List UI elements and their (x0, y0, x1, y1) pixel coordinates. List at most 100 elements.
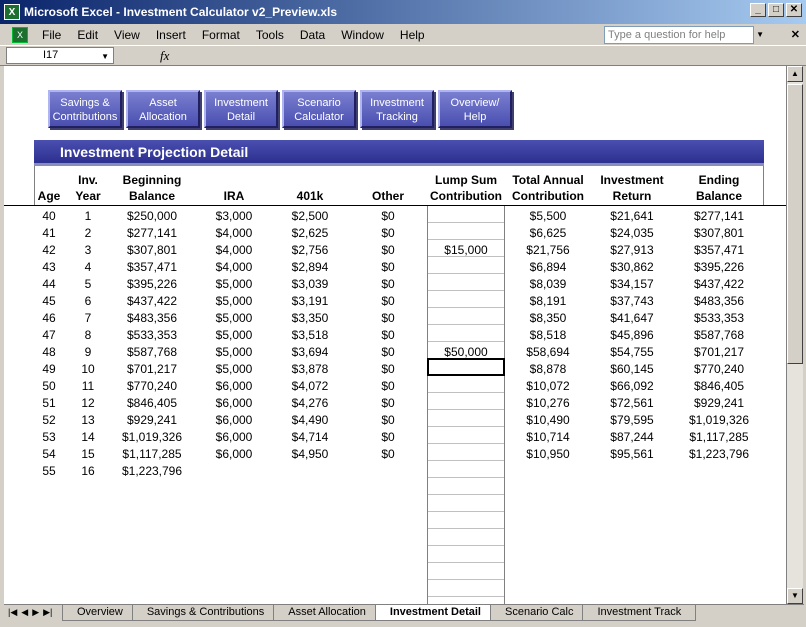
cell-age[interactable]: 44 (34, 277, 64, 291)
cell-investment-return[interactable]: $66,092 (592, 379, 672, 393)
scroll-up-icon[interactable]: ▲ (787, 66, 803, 82)
cell-ira[interactable]: $5,000 (204, 277, 264, 291)
cell-ira[interactable]: $4,000 (204, 243, 264, 257)
tab-investment-detail[interactable]: Investment Detail (374, 605, 496, 621)
cell-investment-return[interactable]: $60,145 (592, 362, 672, 376)
help-search-input[interactable]: Type a question for help (604, 26, 754, 44)
cell-ending-balance[interactable]: $357,471 (676, 243, 762, 257)
cell-beginning-balance[interactable]: $277,141 (112, 226, 192, 240)
cell-other[interactable]: $0 (360, 362, 416, 376)
cell-ending-balance[interactable]: $770,240 (676, 362, 762, 376)
next-tab-icon[interactable]: ▶ (32, 607, 39, 618)
help-dropdown-icon[interactable]: ▼ (756, 30, 764, 39)
cell-inv-year[interactable]: 3 (70, 243, 106, 257)
nav-overview-help-button[interactable]: Overview/Help (438, 90, 512, 128)
cell-inv-year[interactable]: 4 (70, 260, 106, 274)
cell-total-annual[interactable]: $10,714 (508, 430, 588, 444)
cell-inv-year[interactable]: 2 (70, 226, 106, 240)
cell-investment-return[interactable]: $30,862 (592, 260, 672, 274)
maximize-button[interactable]: □ (768, 3, 784, 17)
cell-investment-return[interactable]: $24,035 (592, 226, 672, 240)
cell-investment-return[interactable]: $72,561 (592, 396, 672, 410)
cell-beginning-balance[interactable]: $587,768 (112, 345, 192, 359)
cell-investment-return[interactable]: $87,244 (592, 430, 672, 444)
cell-other[interactable]: $0 (360, 277, 416, 291)
cell-401k[interactable]: $3,878 (280, 362, 340, 376)
cell-age[interactable]: 52 (34, 413, 64, 427)
cell-investment-return[interactable]: $45,896 (592, 328, 672, 342)
cell-401k[interactable]: $2,625 (280, 226, 340, 240)
cell-ira[interactable]: $5,000 (204, 362, 264, 376)
cell-beginning-balance[interactable]: $846,405 (112, 396, 192, 410)
cell-ending-balance[interactable]: $483,356 (676, 294, 762, 308)
name-box[interactable]: I17 ▼ (6, 47, 114, 64)
cell-other[interactable]: $0 (360, 396, 416, 410)
cell-total-annual[interactable]: $58,694 (508, 345, 588, 359)
cell-total-annual[interactable]: $10,072 (508, 379, 588, 393)
menu-tools[interactable]: Tools (248, 28, 292, 42)
cell-total-annual[interactable]: $10,276 (508, 396, 588, 410)
doc-close-icon[interactable]: ✕ (791, 28, 800, 41)
cell-ending-balance[interactable]: $437,422 (676, 277, 762, 291)
cell-other[interactable]: $0 (360, 311, 416, 325)
cell-age[interactable]: 42 (34, 243, 64, 257)
cell-total-annual[interactable]: $10,950 (508, 447, 588, 461)
cell-ira[interactable]: $5,000 (204, 345, 264, 359)
cell-401k[interactable]: $3,694 (280, 345, 340, 359)
workbook-icon[interactable]: X (12, 26, 28, 43)
cell-other[interactable]: $0 (360, 260, 416, 274)
cell-other[interactable]: $0 (360, 294, 416, 308)
menu-format[interactable]: Format (194, 28, 248, 42)
last-tab-icon[interactable]: ▶| (43, 607, 52, 618)
selected-cell[interactable] (427, 358, 505, 376)
cell-ira[interactable]: $4,000 (204, 226, 264, 240)
cell-ending-balance[interactable]: $395,226 (676, 260, 762, 274)
cell-beginning-balance[interactable]: $1,117,285 (112, 447, 192, 461)
worksheet[interactable]: Savings & Contributions Asset Allocation I… (4, 66, 786, 604)
first-tab-icon[interactable]: |◀ (8, 607, 17, 618)
cell-ending-balance[interactable]: $277,141 (676, 209, 762, 223)
cell-lump-sum[interactable]: $15,000 (427, 243, 505, 257)
cell-age[interactable]: 51 (34, 396, 64, 410)
nav-investment-detail-button[interactable]: Investment Detail (204, 90, 278, 128)
cell-401k[interactable]: $4,490 (280, 413, 340, 427)
cell-other[interactable]: $0 (360, 226, 416, 240)
cell-401k[interactable]: $2,894 (280, 260, 340, 274)
cell-total-annual[interactable]: $8,878 (508, 362, 588, 376)
cell-other[interactable]: $0 (360, 209, 416, 223)
cell-age[interactable]: 54 (34, 447, 64, 461)
cell-investment-return[interactable]: $34,157 (592, 277, 672, 291)
vertical-scrollbar[interactable]: ▲ ▼ (786, 66, 803, 604)
cell-investment-return[interactable]: $41,647 (592, 311, 672, 325)
cell-ira[interactable]: $5,000 (204, 311, 264, 325)
name-box-dropdown-icon[interactable]: ▼ (101, 52, 109, 61)
cell-401k[interactable]: $3,191 (280, 294, 340, 308)
cell-investment-return[interactable]: $95,561 (592, 447, 672, 461)
cell-age[interactable]: 47 (34, 328, 64, 342)
cell-ira[interactable]: $5,000 (204, 294, 264, 308)
cell-401k[interactable]: $4,072 (280, 379, 340, 393)
cell-ira[interactable]: $3,000 (204, 209, 264, 223)
menu-edit[interactable]: Edit (69, 28, 106, 42)
cell-total-annual[interactable]: $8,039 (508, 277, 588, 291)
cell-inv-year[interactable]: 5 (70, 277, 106, 291)
close-button[interactable]: ✕ (786, 3, 802, 17)
cell-beginning-balance[interactable]: $357,471 (112, 260, 192, 274)
cell-ending-balance[interactable]: $587,768 (676, 328, 762, 342)
cell-ira[interactable]: $4,000 (204, 260, 264, 274)
cell-total-annual[interactable]: $6,625 (508, 226, 588, 240)
tab-savings-contributions[interactable]: Savings & Contributions (131, 605, 280, 621)
cell-other[interactable]: $0 (360, 328, 416, 342)
cell-total-annual[interactable]: $5,500 (508, 209, 588, 223)
cell-age[interactable]: 43 (34, 260, 64, 274)
cell-beginning-balance[interactable]: $395,226 (112, 277, 192, 291)
cell-inv-year[interactable]: 1 (70, 209, 106, 223)
cell-beginning-balance[interactable]: $770,240 (112, 379, 192, 393)
cell-age[interactable]: 55 (34, 464, 64, 478)
cell-investment-return[interactable]: $37,743 (592, 294, 672, 308)
cell-beginning-balance[interactable]: $1,019,326 (112, 430, 192, 444)
cell-investment-return[interactable]: $54,755 (592, 345, 672, 359)
nav-scenario-calculator-button[interactable]: Scenario Calculator (282, 90, 356, 128)
cell-401k[interactable]: $4,714 (280, 430, 340, 444)
cell-ending-balance[interactable]: $701,217 (676, 345, 762, 359)
